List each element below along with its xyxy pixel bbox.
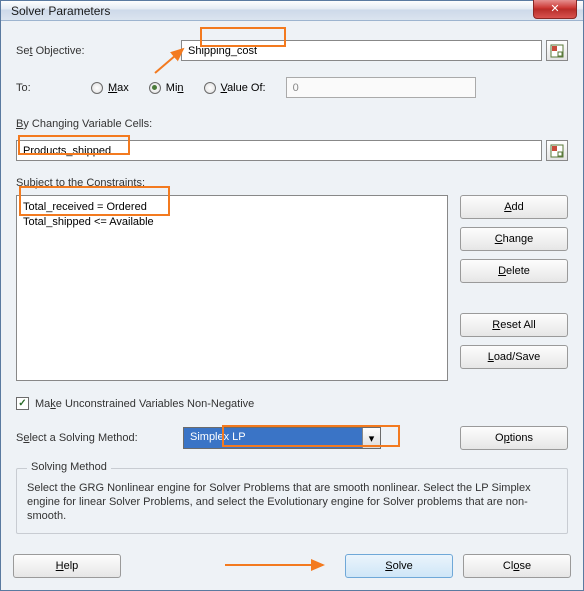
constraints-area: Total_received = Ordered Total_shipped <…	[16, 195, 568, 381]
arrow-icon	[223, 552, 333, 578]
max-radio-label: Max	[108, 82, 129, 94]
change-button[interactable]: Change	[460, 227, 568, 251]
solver-parameters-dialog: Solver Parameters ✕ Set Objective: To: M…	[0, 0, 584, 591]
groupbox-body: Select the GRG Nonlinear engine for Solv…	[27, 481, 557, 523]
valueof-radio-wrap[interactable]: Value Of:	[204, 82, 266, 94]
constraint-item[interactable]: Total_shipped <= Available	[23, 215, 441, 230]
changing-cells-input[interactable]	[16, 140, 542, 161]
add-button[interactable]: Add	[460, 195, 568, 219]
constraints-listbox[interactable]: Total_received = Ordered Total_shipped <…	[16, 195, 448, 381]
range-picker-icon	[550, 144, 564, 158]
changing-cells-row	[16, 140, 568, 161]
objective-input[interactable]	[181, 40, 542, 61]
solving-method-label: Select a Solving Method:	[16, 432, 171, 444]
help-button[interactable]: Help	[13, 554, 121, 578]
titlebar: Solver Parameters ✕	[1, 1, 583, 21]
set-objective-row: Set Objective:	[16, 40, 568, 61]
window-title: Solver Parameters	[11, 4, 533, 18]
solve-button[interactable]: Solve	[345, 554, 453, 578]
max-radio[interactable]	[91, 82, 103, 94]
constraint-item[interactable]: Total_received = Ordered	[23, 200, 441, 215]
objective-range-picker-button[interactable]	[546, 40, 568, 61]
options-button[interactable]: Options	[460, 426, 568, 450]
solving-method-groupbox: Solving Method Select the GRG Nonlinear …	[16, 468, 568, 534]
changing-range-picker-button[interactable]	[546, 140, 568, 161]
solving-method-row: Select a Solving Method: Simplex LP ▾ Op…	[16, 426, 568, 450]
constraints-label: Subject to the Constraints:	[16, 177, 568, 189]
set-objective-label: Set Objective:	[16, 45, 181, 57]
solving-method-select[interactable]: Simplex LP ▾	[183, 427, 381, 449]
solving-method-selected: Simplex LP	[184, 428, 362, 448]
min-radio-wrap[interactable]: Min	[149, 82, 184, 94]
groupbox-title: Solving Method	[27, 461, 111, 473]
changing-cells-label: By Changing Variable Cells:	[16, 118, 568, 130]
dialog-footer: Help Solve Close	[1, 544, 583, 590]
to-label: To:	[16, 82, 71, 94]
nonneg-label: Make Unconstrained Variables Non-Negativ…	[35, 398, 254, 410]
nonneg-checkbox[interactable]	[16, 397, 29, 410]
to-row: To: Max Min Value Of:	[16, 77, 568, 98]
min-radio-label: Min	[166, 82, 184, 94]
reset-all-button[interactable]: Reset All	[460, 313, 568, 337]
min-radio[interactable]	[149, 82, 161, 94]
valueof-input[interactable]	[286, 77, 476, 98]
delete-button[interactable]: Delete	[460, 259, 568, 283]
chevron-down-icon: ▾	[362, 428, 380, 448]
close-icon: ✕	[550, 2, 559, 15]
range-picker-icon	[550, 44, 564, 58]
nonneg-row: Make Unconstrained Variables Non-Negativ…	[16, 397, 568, 410]
close-button[interactable]: Close	[463, 554, 571, 578]
close-window-button[interactable]: ✕	[533, 0, 577, 19]
load-save-button[interactable]: Load/Save	[460, 345, 568, 369]
max-radio-wrap[interactable]: Max	[91, 82, 129, 94]
dialog-content: Set Objective: To: Max Min Value Of:	[1, 21, 583, 544]
constraints-buttons: Add Change Delete Reset All Load/Save	[460, 195, 568, 381]
valueof-radio[interactable]	[204, 82, 216, 94]
valueof-radio-label: Value Of:	[221, 82, 266, 94]
